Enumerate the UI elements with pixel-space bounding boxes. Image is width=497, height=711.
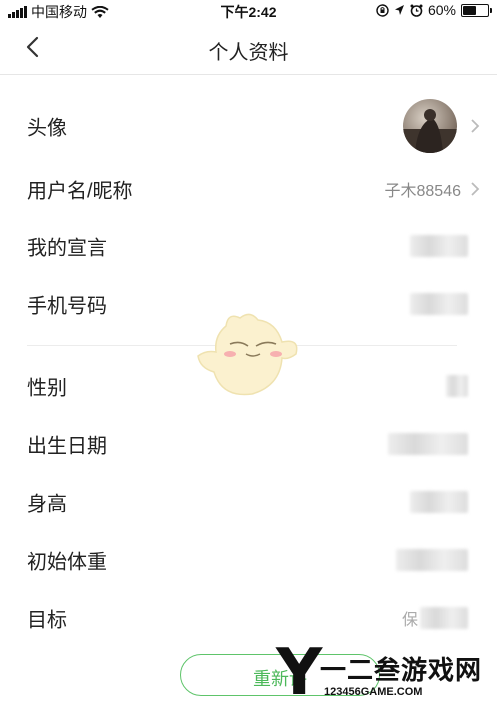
blurred-value <box>410 491 468 513</box>
status-right: 60% <box>376 2 492 18</box>
watermark-title: 一二叁游戏网 <box>320 655 483 685</box>
row-birthdate-label: 出生日期 <box>27 435 107 458</box>
blurred-value <box>396 549 468 571</box>
row-initial-weight-label: 初始体重 <box>27 551 107 574</box>
blurred-value <box>410 235 468 257</box>
battery-icon <box>461 3 492 17</box>
row-manifesto[interactable]: 我的宣言 <box>0 217 497 275</box>
blurred-value <box>446 375 468 397</box>
rotation-lock-icon <box>376 3 389 17</box>
row-initial-weight[interactable]: 初始体重 <box>0 531 497 589</box>
blurred-value <box>420 607 468 629</box>
watermark-logo: Y 一二叁游戏网 123456GAME.COM <box>276 638 497 711</box>
row-goal-value: 保 <box>402 612 419 629</box>
row-phone-label: 手机号码 <box>27 295 107 318</box>
location-icon <box>394 5 404 15</box>
blurred-value <box>388 433 468 455</box>
row-height-label: 身高 <box>27 493 67 516</box>
page-title: 个人资料 <box>208 42 289 64</box>
watermark-url: 123456GAME.COM <box>324 686 423 698</box>
row-goal-label: 目标 <box>27 609 67 632</box>
mascot-icon <box>197 313 298 396</box>
row-manifesto-label: 我的宣言 <box>27 237 107 260</box>
row-gender-label: 性别 <box>27 377 67 400</box>
alarm-icon <box>410 4 423 17</box>
row-username[interactable]: 用户名/昵称 子木88546 <box>0 160 497 218</box>
blurred-value <box>410 293 468 315</box>
battery-percent: 60% <box>427 2 456 18</box>
row-username-label: 用户名/昵称 <box>27 180 133 203</box>
row-avatar[interactable]: 头像 <box>0 96 497 156</box>
row-avatar-label: 头像 <box>27 117 67 140</box>
chevron-right-icon <box>471 119 480 133</box>
avatar[interactable] <box>403 99 457 153</box>
watermark-y-glyph: Y <box>276 636 323 710</box>
status-bar: 中国移动 下午2:42 60% <box>0 0 497 22</box>
chevron-right-icon <box>471 182 480 196</box>
row-birthdate[interactable]: 出生日期 <box>0 415 497 473</box>
nav-bar: 个人资料 <box>0 22 497 75</box>
row-username-value: 子木88546 <box>384 183 462 200</box>
row-height[interactable]: 身高 <box>0 473 497 531</box>
